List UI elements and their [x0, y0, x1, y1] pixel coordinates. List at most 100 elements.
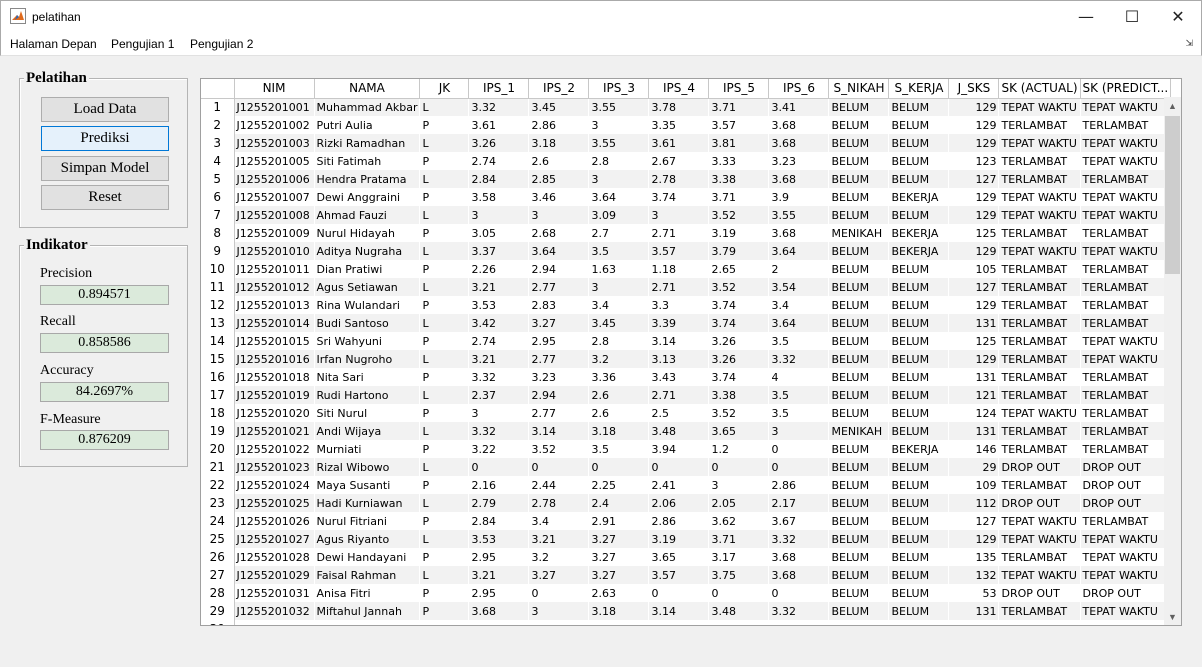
table-cell[interactable]: 3.55 [588, 134, 650, 152]
column-header[interactable]: J_SKS [948, 79, 1000, 99]
vertical-scrollbar[interactable]: ▲ ▼ [1164, 97, 1181, 625]
table-cell[interactable]: 105 [948, 260, 1000, 278]
table-cell[interactable]: 3.54 [768, 278, 830, 296]
table-cell[interactable]: DROP OUT [1080, 494, 1172, 512]
table-cell[interactable]: BELUM [888, 314, 950, 332]
table-cell[interactable]: 2.25 [588, 476, 650, 494]
table-cell[interactable]: 3.28 [528, 620, 590, 625]
table-cell[interactable]: DROP OUT [1080, 458, 1172, 476]
table-cell[interactable]: 3.71 [708, 98, 770, 116]
table-cell[interactable]: 3.48 [648, 422, 710, 440]
table-cell[interactable]: TERLAMBAT [998, 602, 1081, 620]
table-cell[interactable]: 127 [948, 512, 1000, 530]
table-row[interactable]: 2 J1255201002 Putri Aulia P 3.61 2.86 3 3.35 3.5… [201, 116, 1172, 134]
table-cell[interactable]: BELUM [828, 458, 890, 476]
table-cell[interactable]: 3.21 [468, 566, 530, 584]
table-cell[interactable]: 3.79 [708, 242, 770, 260]
table-cell[interactable]: J1255201015 [234, 332, 315, 350]
table-cell[interactable]: BELUM [888, 368, 950, 386]
table-row[interactable]: 1 J1255201001 Muhammad Akbar L 3.32 3.45 3.55 3… [201, 98, 1172, 116]
table-cell[interactable]: 3.32 [468, 368, 530, 386]
table-cell[interactable]: 3.74 [708, 368, 770, 386]
table-row[interactable]: 24 J1255201026 Nurul Fitriani P 2.84 3.4 2.91 2… [201, 512, 1172, 530]
table-cell[interactable]: 2.78 [528, 494, 590, 512]
table-cell[interactable]: 2.95 [468, 548, 530, 566]
table-cell[interactable]: Rizal Wibowo [314, 458, 421, 476]
table-cell[interactable]: 3.52 [708, 404, 770, 422]
table-cell[interactable]: 3.55 [768, 206, 830, 224]
table-cell[interactable]: TERLAMBAT [1080, 224, 1172, 242]
table-cell[interactable]: BELUM [888, 296, 950, 314]
table-cell[interactable]: TEPAT WAKTU [998, 134, 1081, 152]
table-cell[interactable]: 3.52 [708, 278, 770, 296]
table-cell[interactable]: 3.4 [528, 512, 590, 530]
table-row[interactable]: 15 J1255201016 Irfan Nugroho L 3.21 2.77 3.2 3.… [201, 350, 1172, 368]
table-cell[interactable]: 3.32 [768, 530, 830, 548]
table-cell[interactable]: 2.95 [468, 584, 530, 602]
table-cell[interactable]: TEPAT WAKTU [1080, 188, 1172, 206]
table-row[interactable]: 3 J1255201003 Rizki Ramadhan L 3.26 3.18 3.55 3… [201, 134, 1172, 152]
table-cell[interactable]: 3.38 [708, 170, 770, 188]
table-cell[interactable]: J1255201008 [234, 206, 315, 224]
table-cell[interactable]: BELUM [828, 584, 890, 602]
table-cell[interactable]: 3.5 [768, 386, 830, 404]
maximize-button[interactable]: ☐ [1109, 1, 1155, 32]
table-cell[interactable]: TERLAMBAT [1080, 512, 1172, 530]
table-cell[interactable]: 2 [768, 260, 830, 278]
table-cell[interactable]: TEPAT WAKTU [998, 512, 1081, 530]
table-cell[interactable]: BELUM [828, 134, 890, 152]
table-cell[interactable]: J1255201014 [234, 314, 315, 332]
table-row[interactable]: 7 J1255201008 Ahmad Fauzi L 3 3 3.09 3 3.52 3.55 B… [201, 206, 1172, 224]
table-cell[interactable]: 3.5 [768, 332, 830, 350]
table-cell[interactable]: 2.71 [648, 224, 710, 242]
table-cell[interactable]: 2.74 [468, 332, 530, 350]
row-number[interactable]: 20 [201, 440, 235, 458]
table-cell[interactable]: TEPAT WAKTU [1080, 548, 1172, 566]
table-cell[interactable]: 3.26 [708, 332, 770, 350]
table-row[interactable]: 10 J1255201011 Dian Pratiwi P 2.26 2.94 1.63 1.… [201, 260, 1172, 278]
table-cell[interactable]: TERLAMBAT [1080, 368, 1172, 386]
table-cell[interactable]: Faisal Rahman [314, 566, 421, 584]
table-cell[interactable]: Irfan Nugroho [314, 350, 421, 368]
table-cell[interactable]: L [419, 242, 470, 260]
table-cell[interactable]: 3.64 [768, 314, 830, 332]
table-cell[interactable]: BELUM [888, 566, 950, 584]
table-cell[interactable]: 2.05 [708, 494, 770, 512]
table-cell[interactable]: 3.68 [768, 566, 830, 584]
table-row[interactable]: 9 J1255201010 Aditya Nugraha L 3.37 3.64 3.5 3.… [201, 242, 1172, 260]
table-cell[interactable]: 131 [948, 314, 1000, 332]
table-cell[interactable]: TERLAMBAT [1080, 116, 1172, 134]
table-cell[interactable]: 2.94 [528, 386, 590, 404]
table-cell[interactable]: Siti Nurul [314, 404, 421, 422]
table-cell[interactable]: Andi Wijaya [314, 422, 421, 440]
table-row[interactable]: 13 J1255201014 Budi Santoso L 3.42 3.27 3.45 3.… [201, 314, 1172, 332]
table-cell[interactable]: 3.68 [768, 116, 830, 134]
table-cell[interactable]: 2.7 [588, 224, 650, 242]
table-cell[interactable]: Rizki Ramadhan [314, 134, 421, 152]
table-cell[interactable]: BELUM [828, 278, 890, 296]
column-header[interactable]: IPS_6 [768, 79, 830, 99]
table-cell[interactable]: 3.64 [528, 242, 590, 260]
table-cell[interactable]: Budi Santoso [314, 314, 421, 332]
table-cell[interactable]: Muhammad Akbar [314, 98, 421, 116]
table-cell[interactable]: 3 [588, 116, 650, 134]
table-cell[interactable]: TEPAT WAKTU [1080, 566, 1172, 584]
table-cell[interactable]: BELUM [888, 332, 950, 350]
table-cell[interactable]: BELUM [828, 476, 890, 494]
table-cell[interactable]: 3.18 [588, 602, 650, 620]
table-cell[interactable]: BELUM [888, 170, 950, 188]
table-cell[interactable]: L [419, 350, 470, 368]
table-cell[interactable]: 3.21 [528, 530, 590, 548]
table-cell[interactable]: J1255201003 [234, 134, 315, 152]
table-cell[interactable]: Dewi Anggraini [314, 188, 421, 206]
table-cell[interactable]: BELUM [828, 260, 890, 278]
column-header[interactable]: IPS_4 [648, 79, 710, 99]
table-cell[interactable]: 146 [948, 440, 1000, 458]
row-number[interactable]: 3 [201, 134, 235, 152]
column-header[interactable]: SK (PREDICT... [1080, 79, 1172, 99]
table-cell[interactable]: L [419, 530, 470, 548]
table-cell[interactable]: 125 [948, 332, 1000, 350]
table-cell[interactable]: 2.84 [468, 512, 530, 530]
row-number[interactable]: 11 [201, 278, 235, 296]
row-number[interactable]: 14 [201, 332, 235, 350]
